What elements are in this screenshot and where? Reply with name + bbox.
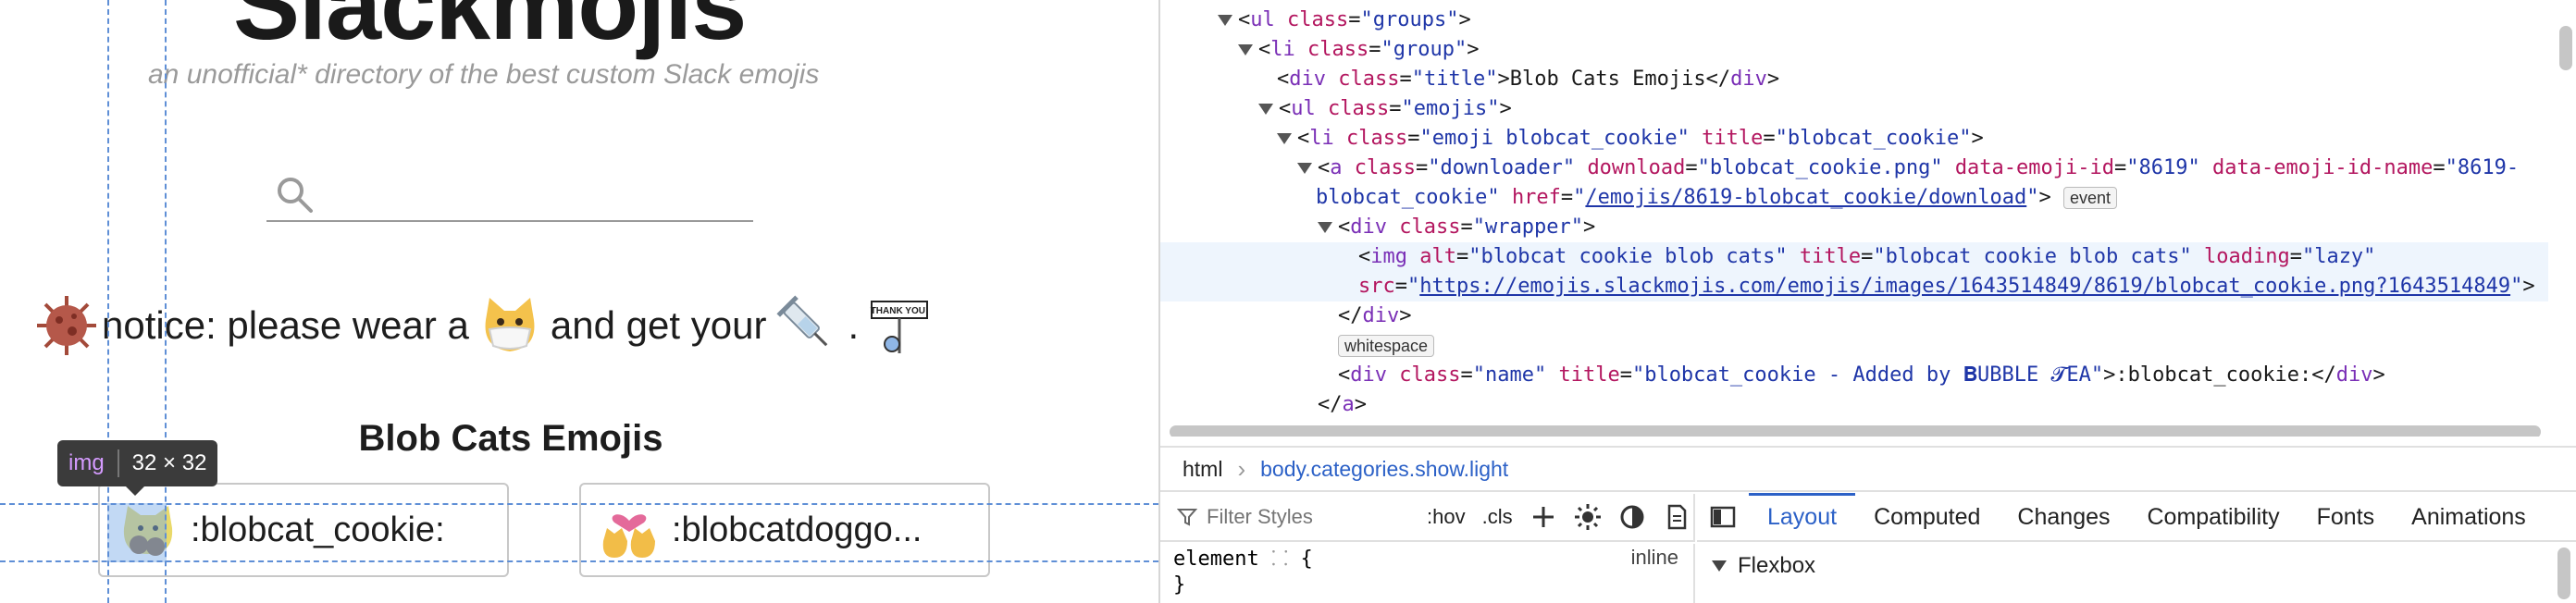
flexbox-header: Flexbox bbox=[1738, 553, 1816, 578]
search-input[interactable] bbox=[326, 176, 742, 213]
expand-arrow-icon[interactable] bbox=[1297, 163, 1312, 174]
markup-line[interactable]: <li class="emoji blobcat_cookie" title="… bbox=[1160, 124, 2548, 154]
breadcrumb: html › body.categories.show.light bbox=[1160, 446, 2576, 492]
markup-line[interactable]: <li class="group"> bbox=[1160, 35, 2548, 65]
site-subtitle: an unofficial* directory of the best cus… bbox=[148, 59, 820, 90]
tab-changes[interactable]: Changes bbox=[1999, 493, 2128, 541]
breadcrumb-body[interactable]: body.categories.show.light bbox=[1260, 457, 1508, 482]
devtools-panel: <ul class="groups"> <li class="group"> <… bbox=[1158, 0, 2576, 603]
light-mode-icon[interactable] bbox=[1574, 503, 1602, 531]
thank-you-sign-icon: THANK YOU! bbox=[871, 301, 929, 353]
filter-styles-input[interactable] bbox=[1205, 504, 1410, 530]
emoji-card-blobcatdoggo[interactable]: :blobcatdoggo... bbox=[579, 483, 990, 577]
toggle-sidebar-icon[interactable] bbox=[1710, 504, 1736, 530]
print-media-icon[interactable] bbox=[1663, 503, 1690, 531]
markup-line[interactable]: <ul class="groups"> bbox=[1160, 6, 2548, 35]
markup-line-selected[interactable]: <img alt="blobcat cookie blob cats" titl… bbox=[1160, 242, 2548, 272]
markup-line[interactable]: </div> bbox=[1160, 302, 2548, 331]
markup-horizontal-scrollbar[interactable] bbox=[1170, 425, 2541, 437]
markup-line[interactable]: <div class="title">Blob Cats Emojis</div… bbox=[1160, 65, 2548, 94]
tooltip-size: 32 × 32 bbox=[131, 450, 207, 475]
markup-view[interactable]: <ul class="groups"> <li class="group"> <… bbox=[1160, 0, 2576, 437]
filter-icon bbox=[1177, 509, 1197, 526]
markup-line-selected[interactable]: src="https://emojis.slackmojis.com/emoji… bbox=[1160, 272, 2548, 302]
virus-icon bbox=[37, 296, 96, 355]
cls-button[interactable]: .cls bbox=[1482, 505, 1513, 529]
breadcrumb-separator: › bbox=[1237, 454, 1246, 483]
breadcrumb-html[interactable]: html bbox=[1183, 457, 1222, 482]
inspector-tooltip: img 32 × 32 bbox=[57, 440, 218, 496]
event-badge[interactable]: event bbox=[2063, 187, 2118, 209]
whitespace-badge[interactable]: whitespace bbox=[1338, 335, 1435, 357]
inspected-element-highlight bbox=[107, 503, 167, 562]
grid-icon: ⸬ bbox=[1270, 548, 1289, 571]
layout-panel: Flexbox bbox=[1697, 544, 2576, 603]
emoji-name: :blobcat_cookie: bbox=[191, 510, 445, 549]
tooltip-tag: img bbox=[68, 450, 105, 475]
tab-layout[interactable]: Layout bbox=[1749, 493, 1856, 541]
cat-mask-icon bbox=[485, 298, 535, 351]
layout-scrollbar[interactable] bbox=[2557, 548, 2570, 599]
add-rule-icon[interactable] bbox=[1530, 503, 1557, 531]
markup-line[interactable]: <a class="downloader" download="blobcat_… bbox=[1160, 154, 2548, 183]
search-box[interactable] bbox=[266, 163, 753, 222]
tooltip-divider bbox=[117, 449, 119, 477]
tab-animations[interactable]: Animations bbox=[2393, 493, 2545, 541]
rule-selector[interactable]: element bbox=[1173, 548, 1259, 571]
site-title[interactable]: Slackmojis bbox=[233, 0, 747, 62]
sign-text: THANK YOU! bbox=[871, 306, 929, 316]
rules-view: element ⸬ { } inline bbox=[1160, 544, 1695, 603]
markup-line[interactable]: <div class="name" title="blobcat_cookie … bbox=[1160, 361, 2548, 390]
rule-selector-line: element ⸬ { bbox=[1173, 548, 1313, 571]
src-link[interactable]: https://emojis.slackmojis.com/emojis/ima… bbox=[1419, 275, 2510, 298]
blobcatdoggo-image bbox=[602, 514, 655, 558]
notice-text-1: notice: please wear a bbox=[102, 303, 469, 347]
tab-computed[interactable]: Computed bbox=[1855, 493, 1999, 541]
expand-arrow-icon[interactable] bbox=[1318, 222, 1332, 233]
dark-mode-icon[interactable] bbox=[1618, 503, 1646, 531]
web-page: Slackmojis an unofficial* directory of t… bbox=[0, 0, 1158, 603]
markup-vertical-scrollbar[interactable] bbox=[2559, 26, 2572, 70]
rules-toolbar: :hov .cls bbox=[1160, 494, 1695, 542]
tab-compatibility[interactable]: Compatibility bbox=[2129, 493, 2298, 541]
notice-text-3: . bbox=[848, 303, 860, 347]
markup-line[interactable]: blobcat_cookie" href="/emojis/8619-blobc… bbox=[1160, 183, 2548, 213]
emoji-name: :blobcatdoggo... bbox=[672, 510, 923, 549]
hov-button[interactable]: :hov bbox=[1427, 505, 1466, 529]
sidebar-tabs: Layout Computed Changes Compatibility Fo… bbox=[1697, 493, 2576, 542]
rule-origin: inline bbox=[1630, 546, 1678, 569]
expand-arrow-icon[interactable] bbox=[1258, 104, 1273, 115]
search-icon bbox=[278, 178, 313, 213]
syringe-icon bbox=[776, 295, 828, 347]
rule-close-brace: } bbox=[1173, 573, 1186, 597]
markup-line[interactable]: <div class="wrapper"> bbox=[1160, 213, 2548, 242]
tab-fonts[interactable]: Fonts bbox=[2298, 493, 2394, 541]
markup-line[interactable]: </a> bbox=[1160, 390, 2548, 420]
collapse-arrow-icon[interactable] bbox=[1712, 560, 1727, 572]
markup-line[interactable]: whitespace bbox=[1160, 331, 2548, 361]
markup-line[interactable]: <ul class="emojis"> bbox=[1160, 94, 2548, 124]
expand-arrow-icon[interactable] bbox=[1218, 15, 1232, 26]
notice-text-2: and get your bbox=[550, 303, 767, 347]
href-link[interactable]: /emojis/8619-blobcat_cookie/download bbox=[1585, 186, 2026, 209]
expand-arrow-icon[interactable] bbox=[1238, 44, 1253, 55]
expand-arrow-icon[interactable] bbox=[1277, 133, 1292, 144]
notice-banner: notice: please wear a and get your . THA… bbox=[35, 294, 931, 357]
flexbox-section[interactable]: Flexbox bbox=[1712, 553, 1815, 579]
